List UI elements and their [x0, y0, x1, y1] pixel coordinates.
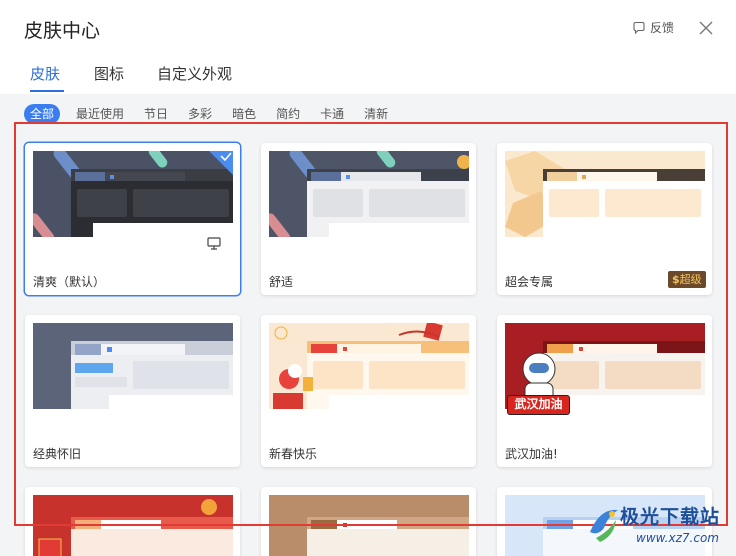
filter-recent[interactable]: 最近使用 [76, 104, 124, 124]
skin-preview-classic [33, 323, 233, 409]
skin-preview-red-festival [33, 495, 233, 556]
filter-simple[interactable]: 简约 [276, 104, 300, 124]
skin-name: 新春快乐 [269, 447, 318, 461]
filter-holiday[interactable]: 节日 [144, 104, 168, 124]
skin-preview-premium [505, 151, 705, 237]
tab-skin[interactable]: 皮肤 [30, 63, 60, 84]
dialog-header: 皮肤中心 反馈 皮肤 图标 自定义外观 [0, 0, 736, 94]
skin-preview-autumn [269, 495, 469, 556]
filter-cartoon[interactable]: 卡通 [320, 104, 344, 124]
watermark-url: www.xz7.com [636, 531, 719, 545]
dialog-title: 皮肤中心 [24, 20, 101, 42]
skin-name: 超会专属 [505, 275, 554, 289]
skin-card-row3-1[interactable] [25, 487, 240, 556]
filter-bar: 全部 最近使用 节日 多彩 暗色 简约 卡通 清新 [24, 104, 408, 124]
filter-all[interactable]: 全部 [24, 104, 61, 124]
tab-bar: 皮肤 图标 自定义外观 [0, 60, 736, 94]
skin-card-comfort[interactable]: 舒适 [261, 143, 476, 295]
skin-card-wuhan[interactable]: 武汉加油 武汉加油! [497, 315, 712, 467]
skin-name: 舒适 [269, 275, 294, 289]
skin-name: 武汉加油! [505, 447, 558, 461]
close-icon[interactable] [696, 18, 716, 38]
watermark-logo-icon [590, 509, 618, 542]
skin-card-row3-2[interactable] [261, 487, 476, 556]
filter-fresh[interactable]: 清新 [364, 104, 388, 124]
premium-badge: $超级 [668, 271, 706, 288]
skin-name: 经典怀旧 [33, 447, 82, 461]
skin-preview-comfort [269, 151, 469, 237]
skin-card-premium[interactable]: 超会专属 $超级 [497, 143, 712, 295]
chat-bubble-icon [633, 21, 645, 34]
tab-custom-appearance[interactable]: 自定义外观 [157, 63, 232, 84]
tab-icons[interactable]: 图标 [94, 63, 124, 84]
skin-preview-default [33, 151, 233, 237]
skin-card-default[interactable]: 清爽（默认） [25, 143, 240, 295]
filter-colorful[interactable]: 多彩 [188, 104, 212, 124]
monitor-icon [203, 232, 225, 254]
filter-dark[interactable]: 暗色 [232, 104, 256, 124]
site-watermark: 极光下载站 www.xz7.com [586, 498, 734, 554]
active-tab-indicator [30, 90, 64, 92]
watermark-title: 极光下载站 [620, 506, 721, 528]
skin-name: 清爽（默认） [33, 275, 106, 289]
dollar-icon: $ [672, 273, 680, 286]
feedback-label: 反馈 [650, 21, 675, 35]
skin-content: 全部 最近使用 节日 多彩 暗色 简约 卡通 清新 清爽（默认） 舒适 超会专属… [0, 94, 736, 556]
skin-preview-newyear [269, 323, 469, 409]
wuhan-banner: 武汉加油 [507, 395, 570, 415]
feedback-button[interactable]: 反馈 [632, 19, 674, 36]
skin-card-newyear[interactable]: 新春快乐 [261, 315, 476, 467]
skin-card-classic[interactable]: 经典怀旧 [25, 315, 240, 467]
